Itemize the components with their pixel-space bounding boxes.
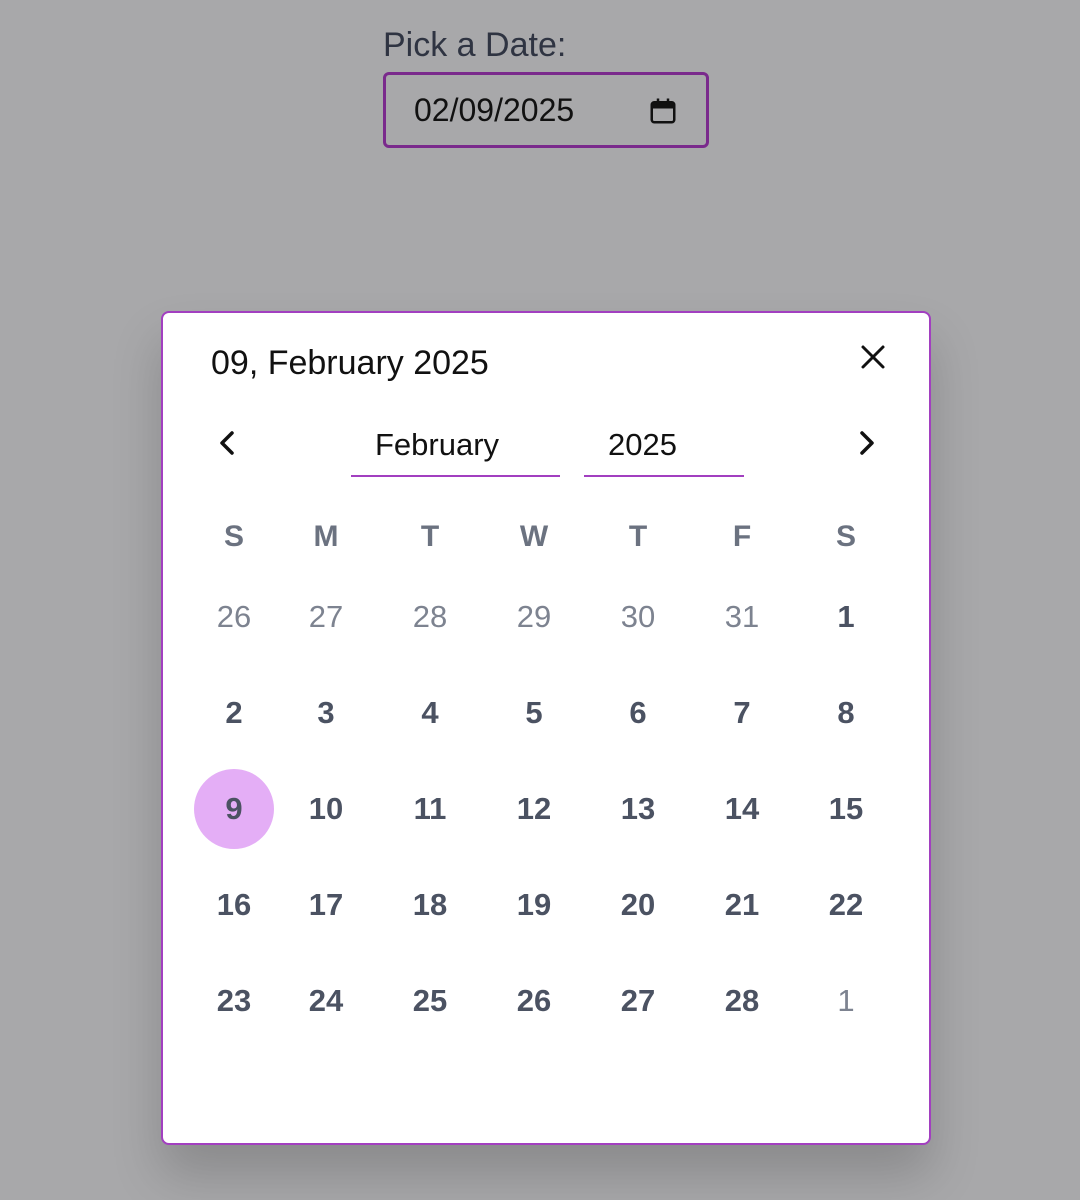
calendar-week-row: 23 24 25 26 27 28 1 [194,953,922,1049]
calendar-day[interactable]: 19 [482,865,586,945]
weekday-label: M [313,520,339,553]
weekday-label: W [519,520,549,553]
calendar-day[interactable]: 1 [794,577,898,657]
weekday-label: S [223,520,244,553]
calendar-day[interactable]: 5 [482,673,586,753]
selected-date-heading: 09, February 2025 [211,344,489,382]
calendar-day[interactable]: 8 [794,673,898,753]
weekday-label: F [732,520,752,553]
year-select[interactable]: 2025 [584,417,744,477]
page: Pick a Date: 02/09/2025 09, February 202… [0,0,1080,1200]
calendar-grid: S M T W T F S 26 27 28 29 30 31 1 2 3 4 5 6 7 8 9 10 11 1… [194,505,922,1049]
calendar-day[interactable]: 21 [690,865,794,945]
calendar-day[interactable]: 12 [482,769,586,849]
month-select-value[interactable]: February [375,427,499,463]
month-select[interactable]: February [351,417,560,477]
calendar-day[interactable]: 26 [194,577,274,657]
date-field-label: Pick a Date: [383,26,567,64]
calendar-day[interactable]: 1 [794,961,898,1041]
calendar-day[interactable]: 17 [274,865,378,945]
chevron-left-icon[interactable] [207,423,247,463]
calendar-day[interactable]: 11 [378,769,482,849]
calendar-day[interactable]: 6 [586,673,690,753]
calendar-icon[interactable] [648,95,678,127]
calendar-day[interactable]: 22 [794,865,898,945]
calendar-day[interactable]: 28 [378,577,482,657]
calendar-week-row: 16 17 18 19 20 21 22 [194,857,922,953]
calendar-day[interactable]: 20 [586,865,690,945]
year-select-value[interactable]: 2025 [608,427,677,463]
calendar-day[interactable]: 30 [586,577,690,657]
calendar-week-row: 2345678 [194,665,922,761]
calendar-day[interactable]: 13 [586,769,690,849]
calendar-day[interactable]: 23 [194,961,274,1041]
calendar-day[interactable]: 2 [194,673,274,753]
calendar-day[interactable]: 14 [690,769,794,849]
calendar-day[interactable]: 7 [690,673,794,753]
calendar-day[interactable]: 3 [274,673,378,753]
calendar-day[interactable]: 29 [482,577,586,657]
close-icon[interactable] [853,337,893,377]
calendar-day[interactable]: 31 [690,577,794,657]
calendar-week-row: 26 27 28 29 30 31 1 [194,569,922,665]
weekday-label: S [835,520,856,553]
calendar-week-row: 9 10 11 12 13 14 15 [194,761,922,857]
calendar-day[interactable]: 25 [378,961,482,1041]
chevron-right-icon[interactable] [847,423,887,463]
date-picker-dialog: 09, February 2025 February 2025 S M T W … [161,311,931,1145]
calendar-day[interactable]: 27 [586,961,690,1041]
calendar-day-selected[interactable]: 9 [194,769,274,849]
date-input[interactable]: 02/09/2025 [383,72,709,148]
calendar-day[interactable]: 10 [274,769,378,849]
weekday-label: T [420,520,440,553]
date-input-value[interactable]: 02/09/2025 [414,92,574,129]
weekday-header: S M T W T F S [194,505,922,569]
calendar-day[interactable]: 26 [482,961,586,1041]
calendar-day[interactable]: 16 [194,865,274,945]
calendar-day[interactable]: 28 [690,961,794,1041]
calendar-day[interactable]: 15 [794,769,898,849]
calendar-weeks: 26 27 28 29 30 31 1 2 3 4 5 6 7 8 9 10 11 12 13 14 15 16 17 18 1… [194,569,922,1049]
calendar-day[interactable]: 4 [378,673,482,753]
calendar-day[interactable]: 24 [274,961,378,1041]
calendar-day[interactable]: 18 [378,865,482,945]
calendar-day[interactable]: 27 [274,577,378,657]
weekday-label: T [628,520,648,553]
